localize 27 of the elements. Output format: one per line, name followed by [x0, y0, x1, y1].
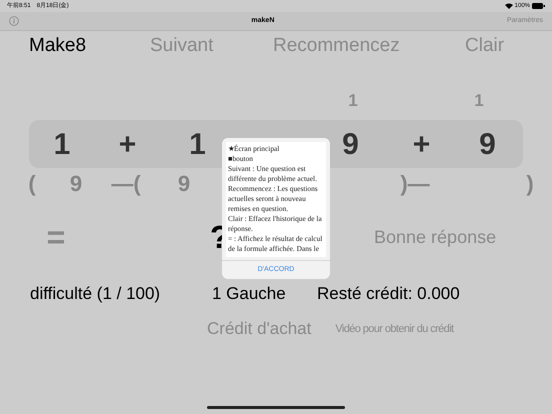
- info-text: Resté crédit: 0.000: [317, 283, 460, 306]
- hint-token: 9: [176, 170, 192, 198]
- hint-token: 9: [68, 170, 84, 198]
- hint-token: )—: [399, 170, 431, 198]
- info-text: difficulté (1 / 100): [30, 283, 162, 306]
- expression-token: 1: [52, 126, 72, 162]
- hint-token: ): [525, 170, 535, 198]
- header-button[interactable]: Suivant: [150, 32, 273, 60]
- hint-token: —(: [110, 170, 142, 198]
- battery-icon: [532, 3, 545, 9]
- equals-button[interactable]: =: [44, 213, 68, 261]
- expression-token: +: [412, 126, 432, 162]
- hint-token: (: [27, 170, 37, 198]
- superscript-digit: 1: [473, 90, 485, 112]
- expression-token: +: [118, 126, 138, 162]
- wifi-icon: [504, 3, 513, 9]
- info-text: 1 Gauche: [212, 283, 287, 306]
- header-button[interactable]: Recommencez: [273, 32, 465, 60]
- buy-credit-button[interactable]: Crédit d'achat: [207, 316, 312, 342]
- expression-token: 9: [341, 126, 360, 162]
- info-icon[interactable]: [9, 16, 19, 26]
- superscript-digit: 1: [347, 90, 359, 112]
- answer-status: Bonne réponse: [374, 226, 496, 249]
- header-button[interactable]: Clair: [465, 32, 504, 60]
- screen-title: Make8: [29, 34, 88, 58]
- video-credit-button[interactable]: Vidéo pour obtenir du crédit: [335, 320, 454, 338]
- expression-token: 9: [478, 126, 497, 162]
